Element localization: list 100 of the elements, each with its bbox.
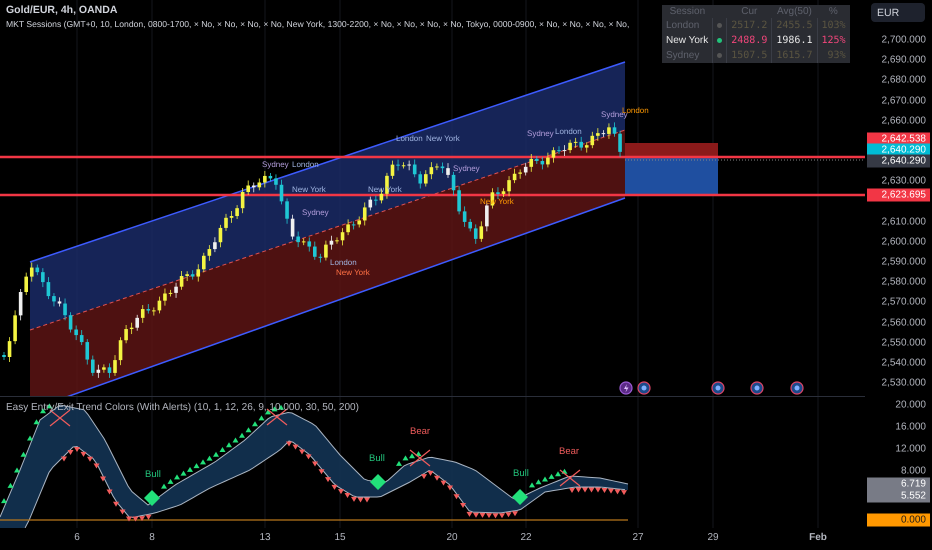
candle	[352, 221, 356, 230]
axis-tick: 12.000	[895, 444, 926, 454]
time-label: 13	[259, 532, 271, 543]
candle	[202, 252, 206, 273]
candle	[618, 130, 622, 158]
time-label: Feb	[809, 532, 827, 543]
axis-tick: 8.000	[900, 466, 926, 476]
candle	[196, 264, 200, 282]
candle	[185, 270, 189, 282]
candle	[552, 146, 556, 164]
axis-tick: 2,610.000	[882, 216, 926, 228]
session-label: London	[292, 160, 319, 169]
candle	[302, 238, 306, 246]
time-label: 15	[334, 532, 346, 543]
candle	[240, 188, 244, 214]
bear-signal-label: Bear	[410, 426, 430, 437]
candle	[440, 162, 444, 174]
candle	[568, 139, 572, 154]
candle	[418, 170, 422, 189]
price-badge: 6.719	[867, 478, 930, 490]
session-label: London	[330, 258, 357, 267]
candle	[324, 240, 328, 261]
time-label: 27	[632, 532, 644, 543]
event-icon[interactable]	[750, 381, 764, 395]
candle	[18, 288, 22, 321]
candle	[374, 195, 378, 206]
table-cell: 2488.9	[726, 33, 772, 48]
session-label: Sydney	[527, 129, 554, 138]
axis-tick: 2,670.000	[882, 95, 926, 106]
session-label: Sydney	[453, 164, 480, 173]
candle	[158, 296, 162, 314]
candle	[518, 169, 522, 180]
candle	[596, 128, 600, 142]
event-icon[interactable]	[790, 381, 804, 395]
candle	[412, 159, 416, 178]
candle	[118, 336, 122, 366]
candle	[502, 188, 506, 198]
candle	[584, 142, 589, 153]
candle	[208, 244, 212, 262]
candle	[407, 160, 411, 171]
candle	[152, 306, 156, 316]
event-icon[interactable]	[637, 381, 651, 395]
candle	[30, 262, 34, 282]
candle	[485, 202, 489, 232]
bull-signal-label: Bull	[513, 468, 529, 479]
candle	[346, 219, 350, 236]
candle	[113, 354, 117, 376]
candle	[246, 180, 250, 196]
axis-tick: 2,570.000	[882, 296, 926, 308]
candle	[507, 176, 511, 197]
candle	[280, 179, 284, 205]
time-label: 29	[707, 532, 719, 543]
candle	[557, 146, 561, 154]
bull-signal-label: Bull	[145, 469, 161, 480]
candle	[474, 224, 478, 244]
candle	[362, 202, 367, 226]
candle	[258, 178, 262, 191]
candle	[357, 216, 361, 228]
candle	[313, 241, 317, 260]
candle	[540, 156, 544, 170]
axis-tick: 2,540.000	[882, 357, 926, 368]
column-header: %	[817, 5, 850, 18]
candle	[85, 338, 90, 365]
lightning-icon[interactable]	[619, 381, 633, 395]
candle	[330, 235, 334, 250]
candle	[574, 137, 578, 148]
column-header: Avg(50)	[772, 5, 817, 18]
axis-tick: 2,580.000	[882, 276, 926, 288]
time-label: 8	[149, 532, 155, 543]
event-icon[interactable]	[711, 381, 725, 395]
candle	[396, 159, 400, 171]
candle	[274, 174, 278, 190]
candle	[124, 324, 128, 344]
price-badge: 2,623.695	[867, 188, 930, 202]
axis-tick: 2,690.000	[882, 54, 926, 66]
candle	[512, 168, 516, 184]
axis-tick: 2,560.000	[882, 317, 926, 328]
candle	[13, 310, 17, 345]
candle	[335, 236, 339, 244]
bull-signal-label: Bull	[369, 453, 385, 464]
candle	[452, 172, 456, 196]
session-label: Sydney	[302, 208, 329, 217]
axis-tick: 2,700.000	[882, 34, 926, 46]
session-name: London	[662, 18, 713, 33]
currency-button[interactable]: EUR	[871, 3, 925, 22]
candle	[24, 272, 28, 296]
candle	[190, 270, 194, 280]
candle	[529, 154, 534, 172]
candle	[602, 130, 606, 138]
candle	[579, 136, 583, 151]
candle	[318, 253, 322, 263]
column-header: Session	[662, 5, 713, 18]
table-cell: 125%	[817, 33, 850, 48]
candle	[46, 276, 50, 300]
candle	[435, 163, 439, 171]
candle	[390, 160, 394, 180]
session-label: New York	[336, 268, 370, 277]
candle	[462, 206, 466, 228]
axis-tick: 2,590.000	[882, 256, 926, 268]
time-label: 6	[74, 532, 80, 543]
